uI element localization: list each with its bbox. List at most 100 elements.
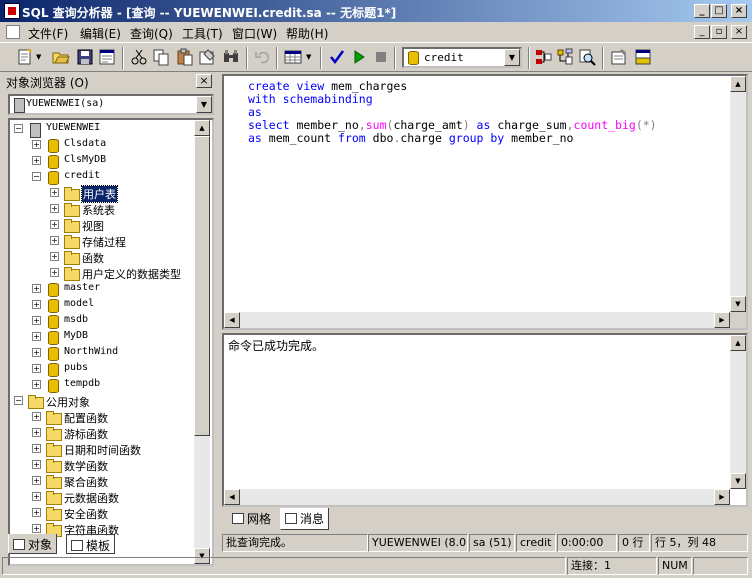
scroll-right-icon[interactable]: ▶ bbox=[714, 489, 730, 505]
tree-node[interactable]: + 数学函数 bbox=[10, 457, 196, 473]
cancel-icon[interactable] bbox=[372, 48, 390, 66]
tree-scrollbar[interactable]: ▲ ▼ bbox=[194, 120, 210, 564]
editor-hscroll[interactable]: ◀ ▶ bbox=[224, 312, 730, 328]
tree-node[interactable]: + msdb bbox=[10, 313, 196, 329]
expand-icon[interactable]: + bbox=[32, 140, 41, 149]
expand-icon[interactable]: + bbox=[32, 380, 41, 389]
collapse-icon[interactable]: − bbox=[32, 172, 41, 181]
database-combo[interactable]: credit ▼ bbox=[402, 47, 522, 68]
expand-icon[interactable]: + bbox=[32, 300, 41, 309]
minimize-button[interactable]: _ bbox=[694, 4, 710, 18]
tree-node[interactable]: + Clsdata bbox=[10, 137, 196, 153]
expand-icon[interactable]: + bbox=[32, 284, 41, 293]
menu-query[interactable]: 查询(Q) bbox=[130, 25, 173, 42]
tree-node[interactable]: + 元数据函数 bbox=[10, 489, 196, 505]
tree-node[interactable]: + 用户定义的数据类型 bbox=[10, 265, 196, 281]
expand-icon[interactable]: + bbox=[32, 428, 41, 437]
editor-vscroll[interactable]: ▲ ▼ bbox=[730, 76, 746, 312]
execute-icon[interactable] bbox=[350, 48, 368, 66]
document-icon[interactable] bbox=[6, 25, 20, 39]
tree-node[interactable]: + 安全函数 bbox=[10, 505, 196, 521]
object-search-icon[interactable] bbox=[578, 48, 596, 66]
scroll-up-icon[interactable]: ▲ bbox=[194, 120, 210, 136]
doc-close-button[interactable]: × bbox=[731, 25, 747, 39]
expand-icon[interactable]: + bbox=[32, 316, 41, 325]
clear-icon[interactable] bbox=[198, 48, 216, 66]
tree-node[interactable]: − YUEWENWEI bbox=[10, 121, 196, 138]
insert-template-icon[interactable] bbox=[98, 48, 116, 66]
results-pane[interactable]: 命令已成功完成。 ▲ ▼ ◀ ▶ bbox=[222, 333, 748, 507]
menu-file[interactable]: 文件(F) bbox=[28, 25, 68, 42]
tree-node[interactable]: + ClsMyDB bbox=[10, 153, 196, 169]
expand-icon[interactable]: + bbox=[50, 236, 59, 245]
results-vscroll[interactable]: ▲ ▼ bbox=[730, 335, 746, 489]
chevron-down-icon[interactable]: ▼ bbox=[196, 96, 212, 113]
expand-icon[interactable]: + bbox=[32, 476, 41, 485]
tab-objects[interactable]: 对象 bbox=[8, 534, 58, 554]
expand-icon[interactable]: + bbox=[50, 252, 59, 261]
tab-messages[interactable]: 消息 bbox=[280, 508, 330, 530]
open-icon[interactable] bbox=[52, 48, 70, 66]
scroll-down-icon[interactable]: ▼ bbox=[730, 473, 746, 489]
copy-icon[interactable] bbox=[152, 48, 170, 66]
scroll-left-icon[interactable]: ◀ bbox=[224, 312, 240, 328]
tree-node[interactable]: + 配置函数 bbox=[10, 409, 196, 425]
expand-icon[interactable]: + bbox=[32, 524, 41, 533]
scroll-right-icon[interactable]: ▶ bbox=[714, 312, 730, 328]
menu-help[interactable]: 帮助(H) bbox=[286, 25, 328, 42]
expand-icon[interactable]: + bbox=[32, 156, 41, 165]
query-text[interactable]: create view mem_charges with schemabindin… bbox=[248, 80, 657, 145]
menu-window[interactable]: 窗口(W) bbox=[232, 25, 277, 42]
tree-node[interactable]: + 存储过程 bbox=[10, 233, 196, 249]
tree-node[interactable]: + pubs bbox=[10, 361, 196, 377]
tree-node[interactable]: + 日期和时间函数 bbox=[10, 441, 196, 457]
doc-minimize-button[interactable]: _ bbox=[694, 25, 710, 39]
tree-node[interactable]: + 用户表 bbox=[10, 185, 196, 203]
object-browser-icon[interactable] bbox=[556, 48, 574, 66]
tab-templates[interactable]: 模板 bbox=[66, 534, 116, 554]
tree-node[interactable]: + 视图 bbox=[10, 217, 196, 233]
app-icon[interactable] bbox=[4, 3, 20, 19]
undo-icon[interactable] bbox=[254, 48, 272, 66]
save-icon[interactable] bbox=[76, 48, 94, 66]
tree-node[interactable]: + tempdb bbox=[10, 377, 196, 393]
expand-icon[interactable]: + bbox=[32, 460, 41, 469]
paste-icon[interactable] bbox=[176, 48, 194, 66]
tree-node[interactable]: − 公用对象 bbox=[10, 393, 196, 409]
scroll-down-icon[interactable]: ▼ bbox=[730, 296, 746, 312]
results-mode-icon[interactable] bbox=[284, 48, 302, 66]
results-mode-dropdown-icon[interactable]: ▼ bbox=[306, 53, 311, 61]
new-query-dropdown-icon[interactable]: ▼ bbox=[36, 53, 41, 61]
expand-icon[interactable]: + bbox=[32, 332, 41, 341]
tree-node[interactable]: + NorthWind bbox=[10, 345, 196, 361]
connection-properties-icon[interactable] bbox=[610, 48, 628, 66]
query-editor[interactable]: create view mem_charges with schemabindin… bbox=[222, 74, 748, 330]
tree-node[interactable]: − credit bbox=[10, 169, 196, 185]
tree-node[interactable]: + 聚合函数 bbox=[10, 473, 196, 489]
scroll-up-icon[interactable]: ▲ bbox=[730, 335, 746, 351]
menu-tools[interactable]: 工具(T) bbox=[182, 25, 223, 42]
menu-edit[interactable]: 编辑(E) bbox=[80, 25, 121, 42]
expand-icon[interactable]: + bbox=[50, 220, 59, 229]
find-icon[interactable] bbox=[222, 48, 240, 66]
close-button[interactable]: × bbox=[731, 4, 747, 18]
new-query-icon[interactable] bbox=[16, 48, 34, 66]
collapse-icon[interactable]: − bbox=[14, 124, 23, 133]
scroll-thumb[interactable] bbox=[194, 136, 210, 436]
parse-icon[interactable] bbox=[328, 48, 346, 66]
expand-icon[interactable]: + bbox=[32, 444, 41, 453]
results-hscroll[interactable]: ◀ ▶ bbox=[224, 489, 730, 505]
expand-icon[interactable]: + bbox=[50, 204, 59, 213]
tree-node[interactable]: + MyDB bbox=[10, 329, 196, 345]
collapse-icon[interactable]: − bbox=[14, 396, 23, 405]
expand-icon[interactable]: + bbox=[50, 268, 59, 277]
expand-icon[interactable]: + bbox=[32, 364, 41, 373]
tab-grid[interactable]: 网格 bbox=[228, 508, 275, 528]
expand-icon[interactable]: + bbox=[32, 348, 41, 357]
tree-node[interactable]: + 系统表 bbox=[10, 201, 196, 217]
tree-node[interactable]: + model bbox=[10, 297, 196, 313]
estimated-plan-icon[interactable] bbox=[534, 48, 552, 66]
maximize-button[interactable]: □ bbox=[711, 4, 727, 18]
expand-icon[interactable]: + bbox=[32, 508, 41, 517]
doc-restore-button[interactable]: ▫ bbox=[711, 25, 727, 39]
